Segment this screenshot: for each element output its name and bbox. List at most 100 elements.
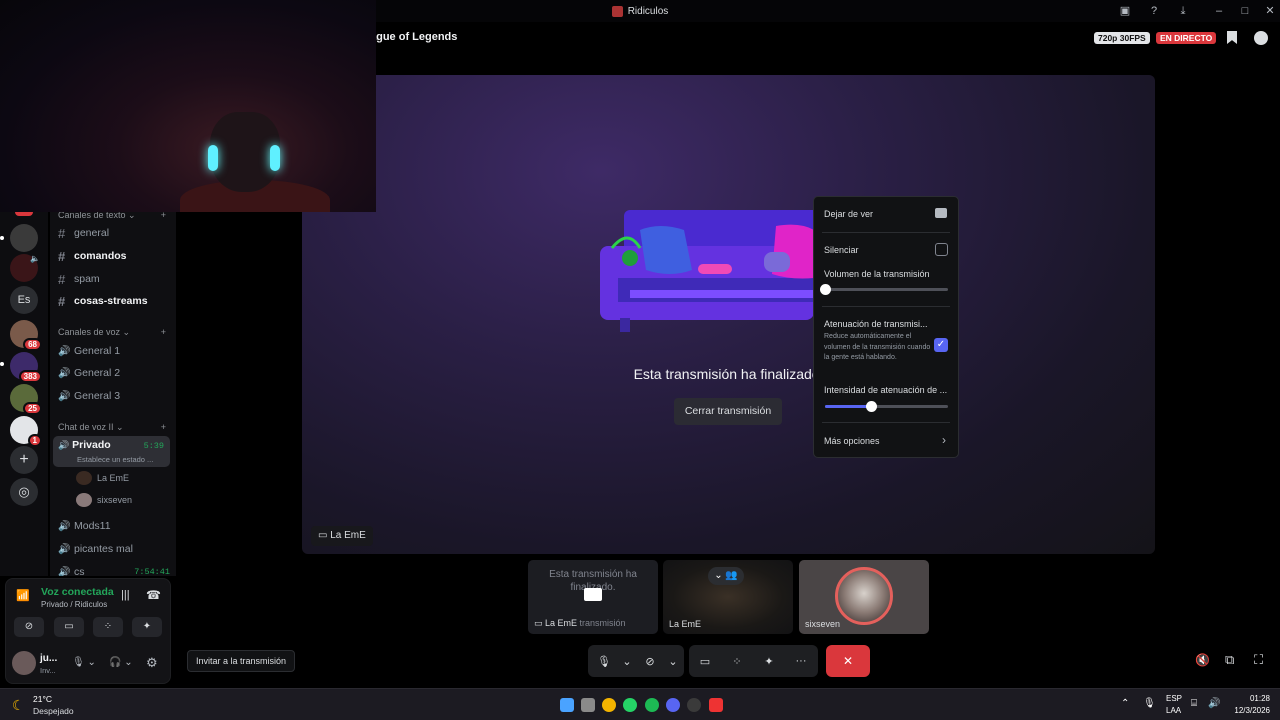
chrome-icon[interactable] [602,698,616,712]
share-screen-icon[interactable]: ▭ [689,645,721,677]
thumbnail-sixseven[interactable]: sixseven [799,560,929,634]
member-sixseven[interactable]: sixseven [76,490,176,510]
channel-comandos[interactable]: # comandos [58,246,170,266]
server-icon-4[interactable]: 383 [10,352,42,383]
channel-status[interactable]: Establece un estado ... [77,455,153,464]
network-icon[interactable]: ⌸ [1191,698,1197,709]
attenuation-checkbox[interactable]: ✓ [934,338,948,352]
headphones-icon[interactable]: 🎧 ⌄ [109,657,133,668]
chevron-down-icon[interactable]: ⌄ [620,645,634,677]
popout-icon[interactable]: ⧉ [1225,652,1234,668]
effects-icon[interactable]: ✦ [753,645,785,677]
voice-channel-picantes[interactable]: 🔊 picantes mal [58,539,170,559]
voice-category[interactable]: Canales de voz ⌄ + [58,327,166,338]
server-icon-5[interactable]: 25 [10,384,42,415]
share-screen-button[interactable]: ▭ [54,617,84,637]
spotify-icon[interactable] [645,698,659,712]
volume-slider-thumb[interactable] [820,284,831,295]
activities-icon[interactable]: ⁘ [721,645,753,677]
chevron-down-icon[interactable]: ⌄ [666,645,680,677]
volume-mute-icon[interactable]: 🔇 [1195,653,1210,667]
weather-desc: Despejado [33,706,74,716]
discover-icon[interactable]: ◎ [10,478,38,506]
screen-icon: ▭ [534,618,546,628]
server-icon-text[interactable]: Es [10,286,38,314]
settings-gear-icon[interactable]: ⚙ [146,655,158,671]
close-window-button[interactable]: ✕ [1262,3,1278,19]
chevron-right-icon: › [942,433,946,447]
signal-icon[interactable]: 📶 [16,589,30,602]
help-icon[interactable]: ? [1146,3,1162,19]
chat-category[interactable]: Chat de voz II ⌄ + [58,422,166,433]
add-server-icon[interactable]: + [10,446,38,474]
moon-weather-icon[interactable]: ☾ [12,697,25,714]
more-icon[interactable]: ··· [785,645,817,677]
download-icon[interactable]: ⤓ [1175,3,1191,19]
app-icon[interactable] [709,698,723,712]
microphone-icon[interactable]: 🎙 [588,645,620,677]
share-controls: ▭ ⁘ ✦ ··· [689,645,818,677]
volume-slider[interactable] [820,284,948,295]
text-category[interactable]: Canales de texto ⌄ + [58,212,166,221]
thumbnail-ended-stream[interactable]: Esta transmisión ha finalizado. ▭ La EmE… [528,560,658,634]
voice-channel-mods11[interactable]: 🔊 Mods11 [58,516,170,536]
microphone-icon[interactable]: 🎙 ⌄ [72,657,96,668]
thumbnail-la-eme[interactable]: ⌄ 👥 La EmE [663,560,793,634]
whatsapp-icon[interactable] [623,698,637,712]
camera-off-icon[interactable]: ⊘ [634,645,666,677]
channel-spam[interactable]: # spam [58,269,170,289]
intensity-slider-thumb[interactable] [865,401,877,412]
invite-to-stream-button[interactable]: Invitar a la transmisión [187,650,296,672]
server-icon-6[interactable]: 1 [10,416,42,447]
mute-checkbox[interactable] [935,243,948,256]
language-indicator[interactable]: ESP [1166,694,1182,703]
activities-button[interactable]: ⁘ [93,617,123,637]
server-icon-1[interactable] [10,224,38,252]
more-options-item[interactable]: Más opciones [824,436,880,446]
chevron-up-icon[interactable]: ⌃ [1121,698,1129,709]
screen-share-icon[interactable]: ▣ [1117,3,1133,19]
attenuation-label[interactable]: Atenuación de transmisi... [824,319,928,329]
voice-channel-general-1[interactable]: 🔊 General 1 [58,341,170,361]
channel-general[interactable]: # general [58,223,170,243]
voice-channel-cs[interactable]: 🔊 cs 7:54:41 [58,562,170,576]
voice-status: Voz conectada [41,586,114,598]
server-icon-3[interactable]: 68 [10,320,42,351]
weather-temp[interactable]: 21°C [33,694,52,704]
stop-watching-icon[interactable] [935,208,947,218]
channel-timer: 5:39 [143,441,164,451]
channel-cosas-streams[interactable]: # cosas-streams [58,291,170,311]
intensity-slider[interactable] [825,401,948,412]
disconnect-icon[interactable]: ☎ [146,588,161,602]
voice-channel-general-3[interactable]: 🔊 General 3 [58,386,170,406]
stream-stage[interactable]: Esta transmisión ha finalizado. Cerrar t… [302,75,1155,554]
obs-icon[interactable] [687,698,701,712]
bookmark-icon[interactable] [1227,31,1237,44]
avatar[interactable] [12,651,36,675]
soundboard-icon[interactable]: ||| [121,589,130,601]
close-stream-button[interactable]: Cerrar transmisión [674,398,782,425]
active-voice-channel[interactable]: 🔊 Privado 5:39 Establece un estado ... [53,436,170,467]
maximize-button[interactable]: □ [1237,3,1253,19]
voice-channel-general-2[interactable]: 🔊 General 2 [58,363,170,383]
stop-watching-item[interactable]: Dejar de ver [824,209,873,219]
fullscreen-icon[interactable]: ⛶ [1254,652,1263,668]
leave-call-button[interactable]: ✕ [826,645,870,677]
effects-button[interactable]: ✦ [132,617,162,637]
microphone-icon[interactable]: 🎙 [1143,698,1156,709]
start-icon[interactable] [560,698,574,712]
clock-time[interactable]: 01:28 [1230,694,1270,703]
speaker-icon[interactable]: 🔊 [1208,698,1220,709]
voice-location[interactable]: Privado / Ridiculos [41,600,107,609]
task-view-icon[interactable] [581,698,595,712]
mute-item[interactable]: Silenciar [824,245,859,255]
chat-bubble-icon[interactable] [1254,31,1268,45]
minimize-button[interactable]: – [1211,3,1227,19]
discord-icon[interactable] [666,698,680,712]
channel-sidebar: Canales de texto ⌄ + # general # comandos #… [50,212,176,576]
camera-off-button[interactable]: ⊘ [14,617,44,637]
server-icon-2[interactable]: 🔈 [10,254,40,282]
add-people-icon[interactable]: ⌄ 👥 [708,567,744,585]
user-status: Inv... [40,666,56,675]
member-la-eme[interactable]: La EmE [76,468,176,488]
